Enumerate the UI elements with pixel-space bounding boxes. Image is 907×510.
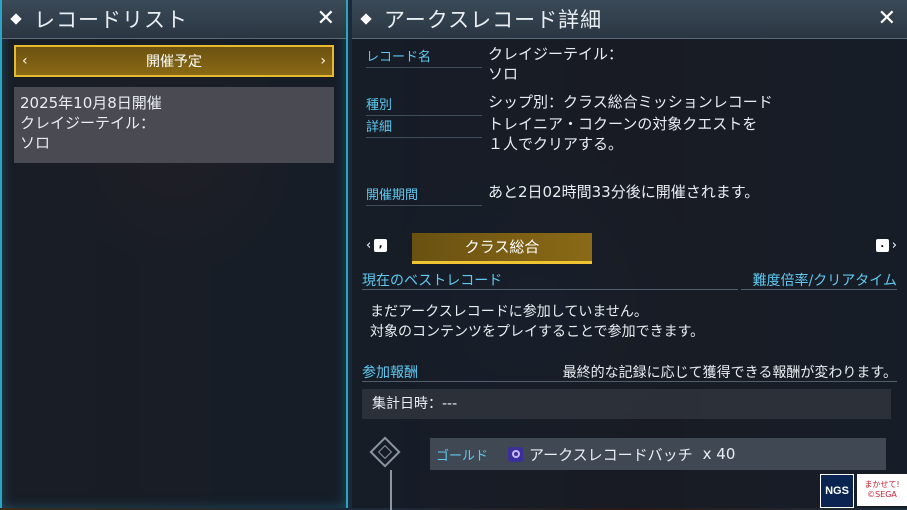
difficulty-cleartime-heading: 難度倍率/クリアタイム — [752, 273, 897, 289]
record-name-row: レコード名 クレイジーテイル： ソロ — [366, 44, 893, 86]
record-name-value-line2: ソロ — [488, 65, 519, 83]
no-record-message-line1: まだアークスレコードに参加していません。 — [370, 304, 648, 320]
record-detail-panel: アークスレコード詳細 ✕ レコード名 クレイジーテイル： ソロ 種別 シップ別：… — [352, 0, 907, 510]
chevron-left-icon[interactable]: ‹ — [22, 53, 28, 69]
tab-bar: ‹ , クラス総合 . › — [352, 232, 907, 266]
record-list-title-bar: レコードリスト ✕ — [2, 0, 346, 39]
best-record-heading: 現在のベストレコード — [362, 273, 503, 289]
divider — [741, 289, 897, 290]
record-name-label: レコード名 — [366, 46, 482, 68]
reward-quantity: x 40 — [702, 445, 736, 463]
period-value: あと2日02時間33分後に開催されます。 — [488, 183, 760, 201]
comma-key-icon: , — [374, 239, 388, 252]
rewards-note: 最終的な記録に応じて獲得できる報酬が変わります。 — [562, 365, 897, 381]
rewards-header: 参加報酬 最終的な記録に応じて獲得できる報酬が変わります。 — [362, 362, 897, 384]
period-label: 開催期間 — [366, 184, 482, 206]
reward-item-name: アークスレコードバッチ — [529, 445, 693, 464]
record-list-title: レコードリスト — [34, 8, 188, 32]
corner-logos: NGS まかせて! ©SEGA — [820, 474, 907, 508]
detail-value-line2: １人でクリアする。 — [488, 135, 624, 153]
upcoming-selector[interactable]: ‹ 開催予定 › — [14, 45, 334, 77]
upcoming-label: 開催予定 — [146, 54, 202, 70]
record-detail-title: アークスレコード詳細 — [384, 8, 603, 32]
chevron-left-icon: ‹ — [366, 238, 372, 253]
period-key-icon: . — [875, 239, 889, 252]
chevron-right-icon[interactable]: › — [320, 53, 326, 69]
period-row: 開催期間 あと2日02時間33分後に開催されます。 — [366, 182, 893, 206]
record-name-value-line1: クレイジーテイル： — [488, 45, 624, 63]
aggregate-time: 集計日時：--- — [362, 389, 891, 419]
tab-prev[interactable]: ‹ , — [366, 238, 388, 253]
badge-icon — [508, 446, 523, 462]
type-label: 種別 — [366, 94, 482, 116]
close-icon[interactable]: ✕ — [878, 8, 897, 30]
sega-logo-line1: まかせて! — [864, 480, 900, 489]
record-detail-title-bar: アークスレコード詳細 ✕ — [352, 0, 907, 39]
record-date: 2025年10月8日開催 — [20, 94, 162, 112]
no-record-message-line2: 対象のコンテンツをプレイすることで参加できます。 — [370, 324, 705, 340]
sega-logo: まかせて! ©SEGA — [857, 474, 907, 506]
rewards-heading: 参加報酬 — [362, 365, 418, 381]
type-row: 種別 シップ別：クラス総合ミッションレコード — [366, 92, 893, 116]
diamond-icon — [10, 13, 22, 25]
record-name-line2: ソロ — [20, 134, 51, 152]
detail-value-line1: トレイニア・コクーンの対象クエストを — [488, 115, 758, 133]
reward-tier-connector — [390, 470, 392, 510]
type-value: シップ別：クラス総合ミッションレコード — [488, 93, 773, 111]
record-name-value: クレイジーテイル： ソロ — [488, 44, 623, 84]
detail-value: トレイニア・コクーンの対象クエストを １人でクリアする。 — [488, 114, 757, 154]
reward-row: ゴールド アークスレコードバッチ x 40 — [430, 438, 886, 470]
reward-tier-label: ゴールド — [436, 448, 489, 464]
record-list-item[interactable]: 2025年10月8日開催 クレイジーテイル： ソロ — [14, 87, 334, 163]
record-name-line1: クレイジーテイル： — [20, 114, 156, 132]
close-icon[interactable]: ✕ — [317, 8, 336, 30]
ngs-logo: NGS — [820, 474, 854, 508]
record-list-panel: レコードリスト ✕ ‹ 開催予定 › 2025年10月8日開催 クレイジーテイル… — [0, 0, 348, 508]
tab-class-overall[interactable]: クラス総合 — [412, 233, 592, 264]
best-record-header: 現在のベストレコード 難度倍率/クリアタイム — [362, 270, 897, 292]
tab-next[interactable]: . › — [875, 238, 897, 253]
detail-label: 詳細 — [366, 116, 482, 138]
detail-row: 詳細 トレイニア・コクーンの対象クエストを １人でクリアする。 — [366, 114, 893, 156]
reward-tier-diamond-icon — [369, 436, 401, 468]
divider — [362, 381, 897, 382]
diamond-icon — [360, 13, 372, 25]
sega-logo-line2: ©SEGA — [867, 490, 897, 499]
divider — [362, 289, 738, 290]
chevron-right-icon: › — [891, 238, 897, 253]
